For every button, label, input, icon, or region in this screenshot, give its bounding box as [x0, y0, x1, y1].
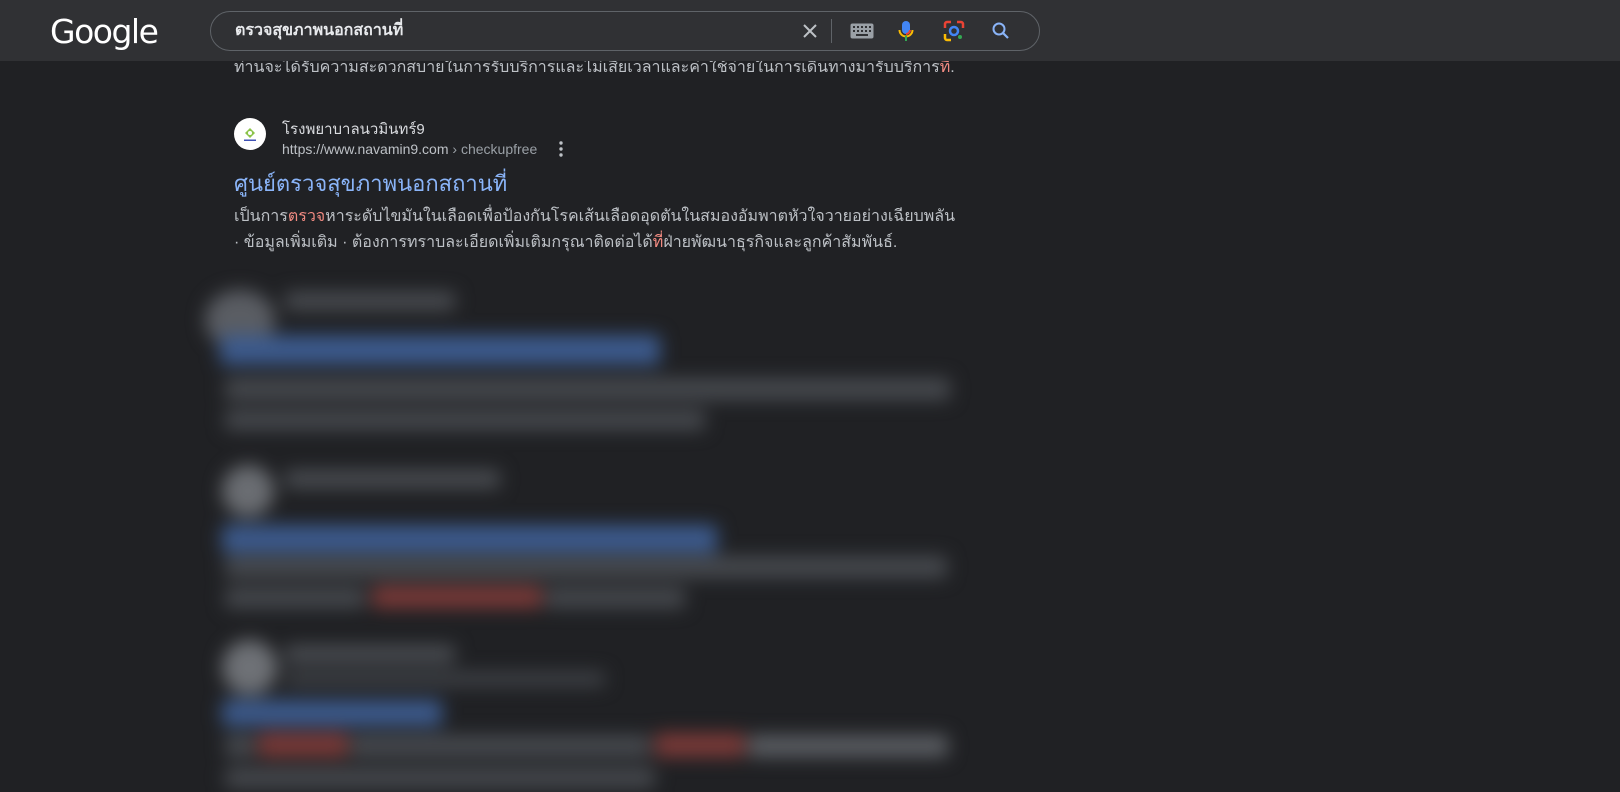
snippet-text: ฝ่ายพัฒนาธุรกิจและลูกค้าสัมพันธ์. — [663, 234, 898, 251]
blurred-highlight — [655, 733, 745, 757]
blurred-favicon — [205, 290, 275, 350]
snippet-text: หาระดับไขมันในเลือดเพื่อป้องกันโรคเส้นเล… — [325, 208, 956, 225]
url-breadcrumb: › checkupfree — [448, 141, 538, 157]
snippet-text: ท่านจะได้รับความสะดวกสบายในการรับบริการแ… — [234, 59, 940, 76]
blurred-favicon — [222, 640, 277, 695]
blurred-line — [225, 735, 255, 757]
snippet-line-1: เป็นการตรวจหาระดับไขมันในเลือดเพื่อป้องก… — [234, 204, 956, 230]
snippet-highlight: ที่ — [939, 59, 951, 76]
close-icon[interactable] — [795, 12, 825, 50]
snippet-line-2: · ข้อมูลเพิ่มเติม · ต้องการทราบละเอียดเพ… — [234, 230, 954, 256]
url-text: https://www.navamin9.com — [282, 141, 449, 157]
site-url[interactable]: https://www.navamin9.com › checkupfree — [282, 141, 537, 157]
search-divider — [831, 19, 832, 43]
search-box[interactable]: ตรวจสุขภาพนอกสถานที่ — [210, 11, 1040, 51]
more-options-icon[interactable] — [552, 138, 570, 160]
blurred-line — [225, 768, 655, 788]
google-logo[interactable]: Google — [50, 12, 159, 51]
site-name[interactable]: โรงพยาบาลนวมินทร์9 — [282, 117, 425, 141]
blurred-line — [350, 735, 650, 757]
blurred-line — [285, 292, 455, 310]
lens-icon[interactable] — [939, 12, 969, 50]
blurred-favicon — [222, 465, 274, 517]
header-bar: Google ตรวจสุขภาพนอกสถานที่ — [0, 0, 1620, 61]
result-snippet: เป็นการตรวจหาระดับไขมันในเลือดเพื่อป้องก… — [234, 204, 956, 256]
snippet-text: เป็นการ — [234, 208, 288, 225]
blurred-title — [222, 700, 442, 726]
blurred-line — [285, 470, 500, 488]
blurred-line — [225, 556, 947, 578]
snippet-highlight: ที่ — [652, 234, 664, 251]
blurred-highlight — [372, 586, 542, 608]
result-title-link[interactable]: ศูนย์ตรวจสุขภาพนอกสถานที่ — [234, 166, 507, 201]
blurred-line — [545, 588, 685, 608]
blurred-highlight — [258, 733, 348, 757]
snippet-text: · ข้อมูลเพิ่มเติม · ต้องการทราบละเอียดเพ… — [234, 234, 653, 251]
site-favicon-icon[interactable] — [234, 118, 266, 150]
blurred-line — [225, 378, 950, 400]
snippet-highlight: ตรวจ — [287, 208, 326, 225]
blurred-line — [225, 588, 365, 608]
blurred-title — [222, 525, 717, 553]
snippet-ellipsis: ... — [950, 59, 954, 76]
keyboard-icon[interactable] — [847, 12, 877, 50]
mic-icon[interactable] — [891, 12, 921, 50]
blurred-line — [748, 735, 948, 757]
search-icon[interactable] — [986, 12, 1016, 50]
blurred-title — [220, 335, 660, 365]
blurred-line — [285, 672, 605, 686]
blurred-line — [225, 410, 705, 430]
blurred-line — [285, 645, 455, 663]
search-input[interactable]: ตรวจสุขภาพนอกสถานที่ — [235, 12, 403, 50]
